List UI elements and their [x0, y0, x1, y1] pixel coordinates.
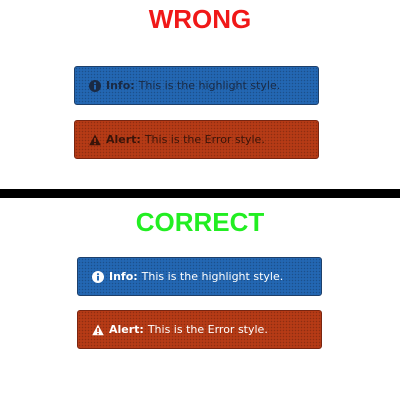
alert-label: Alert:	[109, 323, 144, 336]
info-text: This is the highlight style.	[138, 79, 281, 92]
info-label: Info:	[106, 79, 135, 92]
info-circle-icon	[89, 79, 101, 92]
warning-triangle-icon	[89, 134, 101, 146]
info-text: This is the highlight style.	[141, 270, 284, 283]
alert-text: This is the Error style.	[147, 323, 268, 336]
correct-heading: CORRECT	[135, 207, 265, 237]
wrong-info-message: Info: This is the highlight style.	[74, 66, 319, 105]
wrong-heading: WRONG	[148, 4, 252, 34]
wrong-alert-message: Alert: This is the Error style.	[74, 120, 319, 159]
correct-info-message: Info: This is the highlight style.	[77, 257, 322, 296]
info-label: Info:	[109, 270, 138, 283]
warning-triangle-icon	[92, 324, 104, 336]
correct-alert-message: Alert: This is the Error style.	[77, 310, 322, 349]
info-circle-icon	[92, 270, 104, 283]
alert-label: Alert:	[106, 133, 141, 146]
section-divider	[0, 189, 400, 198]
alert-text: This is the Error style.	[144, 133, 265, 146]
